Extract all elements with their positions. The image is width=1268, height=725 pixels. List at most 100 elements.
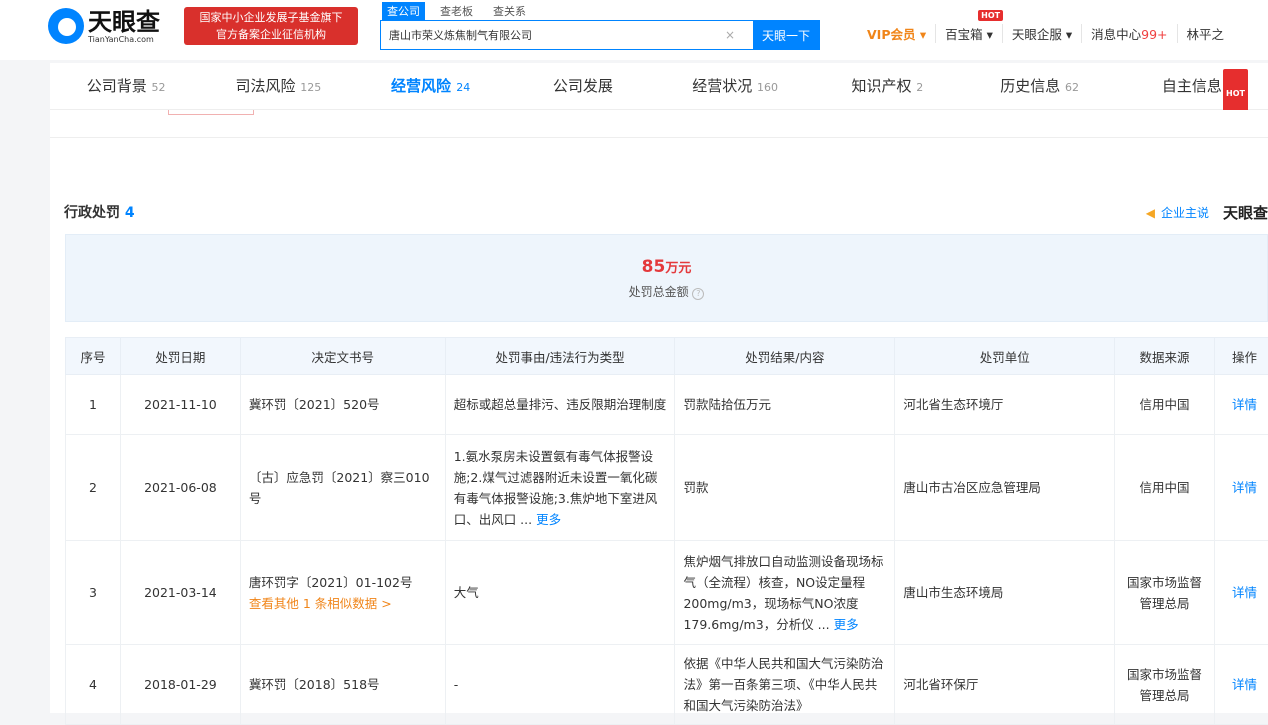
detail-link[interactable]: 详情 — [1232, 677, 1257, 692]
tab-count: 24 — [456, 81, 470, 94]
tab-label: 公司背景 — [87, 77, 147, 95]
cell-action: 详情 — [1214, 541, 1268, 645]
table-row: 32021-03-14唐环罚字〔2021〕01-102号查看其他 1 条相似数据… — [66, 541, 1268, 645]
column-header: 处罚事由/违法行为类型 — [445, 338, 675, 375]
more-link[interactable]: 更多 — [834, 617, 859, 632]
tab-business-risk[interactable]: 经营风险 24 — [355, 63, 507, 109]
data-source: 信用中国 — [1140, 480, 1190, 495]
section-count: 4 — [125, 205, 135, 221]
penalty-result: 罚款 — [683, 480, 708, 495]
data-source: 国家市场监督管理总局 — [1127, 667, 1202, 703]
tab-count: 52 — [152, 81, 166, 94]
column-header: 序号 — [66, 338, 121, 375]
penalty-reason: 大气 — [454, 585, 479, 600]
cell-source: 信用中国 — [1115, 375, 1215, 435]
vip-menu[interactable]: VIP会员 ▾ — [858, 24, 936, 43]
previous-section — [50, 110, 1268, 138]
penalty-authority: 河北省环保厅 — [903, 677, 978, 692]
clear-icon[interactable]: × — [725, 28, 735, 42]
cell-doc: 唐环罚字〔2021〕01-102号查看其他 1 条相似数据 > — [240, 541, 445, 645]
section-title-text: 行政处罚 — [64, 205, 120, 221]
search-button[interactable]: 天眼一下 — [753, 20, 819, 50]
company-say-link[interactable]: 企业主说 — [1161, 204, 1209, 221]
cell-doc: 冀环罚〔2021〕520号 — [240, 375, 445, 435]
tab-label: 自主信息 — [1162, 77, 1222, 95]
penalty-authority: 唐山市古冶区应急管理局 — [903, 480, 1041, 495]
tab-count: 2 — [916, 81, 923, 94]
logo-text: 天眼查 — [88, 9, 160, 35]
cell-date: 2021-06-08 — [120, 435, 240, 541]
search-tab-relation[interactable]: 查关系 — [488, 2, 531, 20]
more-link[interactable]: 更多 — [536, 512, 561, 527]
detail-link[interactable]: 详情 — [1232, 480, 1257, 495]
total-unit: 万元 — [665, 261, 691, 276]
column-header: 处罚单位 — [895, 338, 1115, 375]
penalty-authority: 河北省生态环境厅 — [903, 397, 1003, 412]
cell-date: 2021-03-14 — [120, 541, 240, 645]
row-number: 2 — [89, 480, 97, 495]
cell-source: 国家市场监督管理总局 — [1115, 541, 1215, 645]
tab-development[interactable]: 公司发展 — [507, 63, 659, 109]
tab-operation[interactable]: 经营状况 160 — [659, 63, 811, 109]
cell-unit: 唐山市古冶区应急管理局 — [895, 435, 1115, 541]
treasure-box-label: 百宝箱 ▾ — [945, 27, 993, 42]
tab-count: 62 — [1065, 81, 1079, 94]
document-number: 冀环罚〔2018〕518号 — [249, 677, 380, 692]
penalty-reason: - — [454, 677, 459, 692]
message-label: 消息中心 — [1091, 27, 1141, 42]
cell-reason: 超标或超总量排污、违反限期治理制度 — [445, 375, 675, 435]
search-input[interactable] — [381, 29, 725, 42]
help-icon[interactable]: ? — [692, 288, 704, 300]
penalty-result: 罚款陆拾伍万元 — [683, 397, 771, 412]
cell-result: 罚款 — [675, 435, 895, 541]
cell-result: 罚款陆拾伍万元 — [675, 375, 895, 435]
enterprise-service-menu[interactable]: 天眼企服 ▾ — [1003, 24, 1082, 43]
data-source: 信用中国 — [1140, 397, 1190, 412]
search-tab-company[interactable]: 查公司 — [382, 2, 425, 20]
penalty-table: 序号处罚日期决定文书号处罚事由/违法行为类型处罚结果/内容处罚单位数据来源操作 … — [65, 337, 1268, 725]
document-number: 唐环罚字〔2021〕01-102号 — [249, 575, 413, 590]
speaker-icon: ◀ — [1146, 206, 1155, 220]
tab-judicial-risk[interactable]: 司法风险 125 — [202, 63, 354, 109]
user-menu[interactable]: 林平之 — [1178, 24, 1234, 43]
tab-ip[interactable]: 知识产权 2 — [811, 63, 963, 109]
cell-no: 2 — [66, 435, 121, 541]
tab-self-info[interactable]: 自主信息HOT — [1116, 63, 1268, 109]
message-count: 99+ — [1141, 27, 1167, 42]
penalty-date: 2021-03-14 — [144, 585, 217, 600]
cell-date: 2021-11-10 — [120, 375, 240, 435]
row-number: 1 — [89, 397, 97, 412]
tab-label: 司法风险 — [235, 77, 295, 95]
message-center[interactable]: 消息中心99+ — [1082, 24, 1177, 43]
tab-label: 历史信息 — [1000, 77, 1060, 95]
search-box: × 天眼一下 — [380, 20, 820, 50]
document-number: 〔古〕应急罚〔2021〕察三010号 — [249, 470, 430, 506]
total-amount: 85 — [642, 257, 666, 277]
column-header: 数据来源 — [1115, 338, 1215, 375]
tab-label: 经营风险 — [391, 77, 451, 95]
tab-history[interactable]: 历史信息 62 — [964, 63, 1116, 109]
similar-data-link[interactable]: 查看其他 1 条相似数据 > — [249, 596, 392, 611]
section-title: 行政处罚 4 — [64, 202, 135, 222]
column-header: 处罚结果/内容 — [675, 338, 895, 375]
logo-en: TianYanCha.com — [88, 35, 160, 44]
brand-watermark: 天眼查 — [1223, 202, 1268, 223]
top-header: 天眼查TianYanCha.com 国家中小企业发展子基金旗下官方备案企业征信机… — [0, 0, 1268, 60]
tab-label: 知识产权 — [851, 77, 911, 95]
previous-button[interactable] — [168, 110, 254, 115]
tab-background[interactable]: 公司背景 52 — [50, 63, 202, 109]
tab-label: 公司发展 — [553, 77, 613, 95]
cell-source: 信用中国 — [1115, 435, 1215, 541]
main-content: 行政处罚 4 ◀ 企业主说 天眼查 85万元 处罚总金额 ? 序号处罚日期决定文… — [50, 110, 1268, 713]
detail-link[interactable]: 详情 — [1232, 585, 1257, 600]
total-label: 处罚总金额 — [629, 285, 689, 299]
official-badge: 国家中小企业发展子基金旗下官方备案企业征信机构 — [184, 7, 358, 45]
detail-link[interactable]: 详情 — [1232, 397, 1257, 412]
treasure-box-menu[interactable]: HOT百宝箱 ▾ — [936, 24, 1003, 43]
logo[interactable]: 天眼查TianYanCha.com — [48, 8, 160, 44]
table-row: 1 2021-11-10冀环罚〔2021〕520号超标或超总量排污、违反限期治理制… — [66, 375, 1268, 435]
column-header: 决定文书号 — [240, 338, 445, 375]
column-header: 操作 — [1214, 338, 1268, 375]
tab-count: 125 — [300, 81, 321, 94]
search-tab-boss[interactable]: 查老板 — [435, 2, 478, 20]
